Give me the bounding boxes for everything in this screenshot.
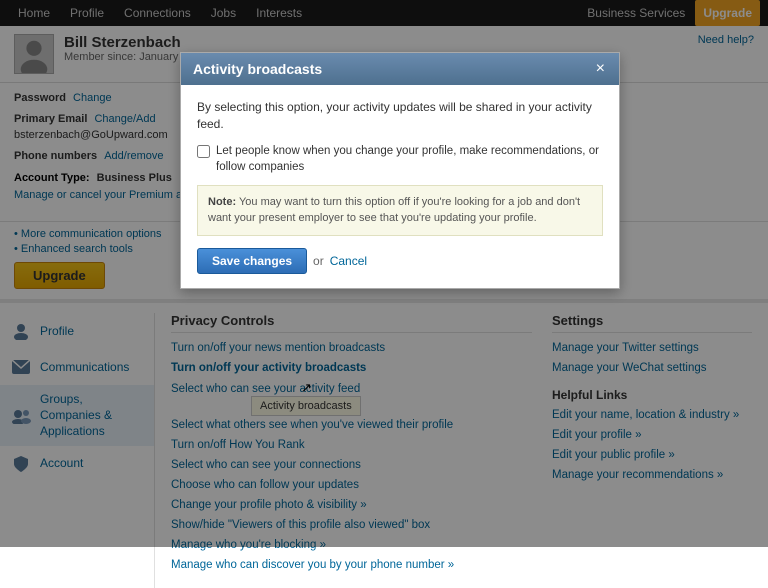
privacy-link-10[interactable]: Manage who can discover you by your phon… [171, 558, 532, 573]
modal-close-button[interactable]: × [594, 61, 607, 77]
modal-description: By selecting this option, your activity … [197, 99, 603, 133]
modal-body: By selecting this option, your activity … [181, 85, 619, 288]
checkbox-label: Let people know when you change your pro… [216, 143, 603, 175]
checkbox-row: Let people know when you change your pro… [197, 143, 603, 175]
modal-dialog: Activity broadcasts × By selecting this … [180, 52, 620, 289]
or-text: or [313, 254, 324, 268]
activity-checkbox[interactable] [197, 145, 210, 158]
note-label: Note: [208, 196, 236, 208]
cancel-link[interactable]: Cancel [330, 254, 367, 268]
modal-note: Note: You may want to turn this option o… [197, 185, 603, 236]
save-button[interactable]: Save changes [197, 248, 307, 274]
modal-overlay[interactable]: Activity broadcasts × By selecting this … [0, 0, 768, 547]
modal-title: Activity broadcasts [193, 61, 322, 77]
modal-actions: Save changes or Cancel [197, 248, 603, 274]
note-text: You may want to turn this option off if … [208, 196, 580, 225]
modal-header: Activity broadcasts × [181, 53, 619, 85]
